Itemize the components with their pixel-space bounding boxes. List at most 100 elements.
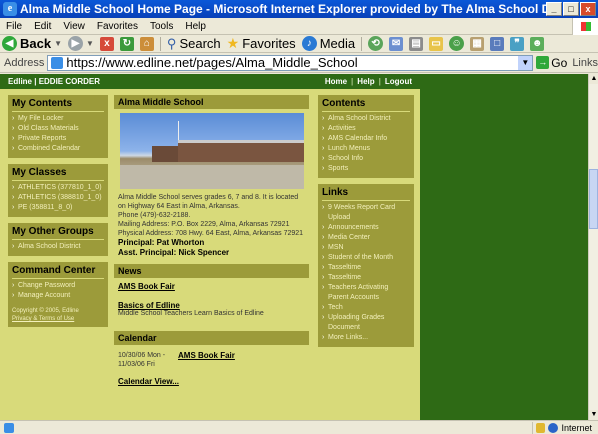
news-link[interactable]: AMS Book Fair [118, 282, 305, 291]
maximize-button[interactable]: □ [563, 2, 579, 16]
forward-dropdown-icon[interactable]: ▼ [86, 39, 94, 48]
group-item[interactable]: Alma School District [12, 242, 104, 252]
folder-button[interactable]: ▭ [427, 36, 445, 51]
link-divider: | [351, 77, 354, 86]
calendar-view-link[interactable]: Calendar View... [114, 369, 309, 386]
school-building [178, 140, 304, 162]
stop-icon: x [99, 36, 114, 51]
my-other-groups-box: My Other Groups Alma School District [8, 223, 108, 256]
logout-link[interactable]: Logout [385, 77, 412, 86]
history-icon: ⟲ [368, 36, 384, 51]
back-arrow-icon: ◀ [2, 36, 17, 51]
scroll-up-icon[interactable]: ▲ [589, 74, 598, 84]
school-phone: Phone (479)-632-2188. [118, 212, 191, 219]
contents-item[interactable]: Lunch Menus [322, 144, 410, 154]
more-links[interactable]: More Links... [322, 333, 410, 343]
manage-account-link[interactable]: Manage Account [12, 291, 104, 301]
refresh-button[interactable]: ↻ [118, 36, 136, 51]
messenger-button[interactable]: ☺ [447, 36, 466, 51]
edline-user[interactable]: Edline | EDDIE CORDER [8, 77, 100, 86]
go-button[interactable]: → Go [533, 56, 570, 70]
copyright: Copyright © 2005, Edline [12, 308, 79, 314]
class-item[interactable]: PE (358811_8_0) [12, 203, 104, 213]
news-title: News [114, 264, 309, 278]
media-button[interactable]: ♪ Media [300, 36, 357, 51]
toolbar: ◀ Back ▼ ▶ ▼ x ↻ ⌂ ⚲ Search ★ Favorites … [0, 35, 598, 53]
middle-column: Alma Middle School Alma Middle School se… [114, 95, 309, 386]
minimize-button[interactable]: _ [546, 2, 562, 16]
school-physical-address: Physical Address: 708 Hwy. 64 East, Alma… [118, 230, 304, 237]
links-item[interactable]: MSN [322, 243, 410, 253]
my-contents-item[interactable]: Private Reports [12, 134, 104, 144]
star-icon: ★ [226, 35, 240, 51]
links-item[interactable]: Student of the Month [322, 253, 410, 263]
contents-title: Contents [322, 97, 410, 112]
stop-button[interactable]: x [98, 36, 116, 51]
history-button[interactable]: ⟲ [366, 36, 385, 51]
change-password-link[interactable]: Change Password [12, 281, 104, 291]
print-button[interactable]: ▤ [407, 36, 425, 51]
chat-button[interactable]: ❞ [508, 36, 526, 51]
school-roof-trim [178, 140, 304, 143]
search-button[interactable]: ⚲ Search [165, 36, 223, 52]
contents-box: Contents Alma School District Activities… [318, 95, 414, 178]
top-links: Home | Help | Logout [325, 77, 412, 86]
address-input[interactable]: https://www.edline.net/pages/Alma_Middle… [47, 54, 534, 71]
back-dropdown-icon[interactable]: ▼ [54, 39, 62, 48]
print-icon: ▤ [409, 36, 424, 51]
people-button[interactable]: ☻ [528, 36, 546, 51]
contents-item[interactable]: AMS Calendar Info [322, 134, 410, 144]
class-item[interactable]: ATHLETICS (388810_1_0) [12, 193, 104, 203]
back-button[interactable]: ◀ Back ▼ [0, 36, 64, 51]
menu-favorites[interactable]: Favorites [91, 21, 144, 32]
my-contents-item[interactable]: Combined Calendar [12, 144, 104, 154]
my-contents-item[interactable]: Old Class Materials [12, 124, 104, 134]
links-item[interactable]: Uploading Grades Document [322, 313, 410, 333]
links-title: Links [322, 186, 410, 201]
menu-view[interactable]: View [57, 21, 91, 32]
favorites-button[interactable]: ★ Favorites [225, 35, 298, 52]
links-toolbar-label[interactable]: Links [570, 57, 598, 69]
research-icon: ▦ [470, 36, 485, 51]
links-item[interactable]: Media Center [322, 233, 410, 243]
forward-button[interactable]: ▶ ▼ [66, 36, 96, 51]
copyright-text: Copyright © 2005, Edline Privacy & Terms… [12, 307, 104, 323]
contents-item[interactable]: School Info [322, 154, 410, 164]
ie-icon: e [3, 2, 17, 16]
my-contents-title: My Contents [12, 97, 104, 112]
research-button[interactable]: ▦ [468, 36, 486, 51]
menu-file[interactable]: File [0, 21, 28, 32]
links-item[interactable]: Teachers Activating Parent Accounts [322, 283, 410, 303]
home-link[interactable]: Home [325, 77, 347, 86]
menu-help[interactable]: Help [179, 21, 212, 32]
links-item[interactable]: Tech [322, 303, 410, 313]
class-item[interactable]: ATHLETICS (377810_1_0) [12, 183, 104, 193]
menu-edit[interactable]: Edit [28, 21, 57, 32]
close-button[interactable]: x [580, 2, 596, 16]
contents-item[interactable]: Alma School District [322, 114, 410, 124]
links-item[interactable]: Announcements [322, 223, 410, 233]
links-item[interactable]: Tasseltime [322, 273, 410, 283]
messenger-icon: ☺ [449, 36, 465, 51]
windows-logo [572, 18, 598, 35]
window-button[interactable]: □ [488, 36, 506, 51]
page-icon [51, 56, 64, 69]
vertical-scrollbar[interactable]: ▲ ▼ [588, 74, 598, 420]
scroll-down-icon[interactable]: ▼ [589, 410, 598, 420]
menu-tools[interactable]: Tools [144, 21, 179, 32]
contents-item[interactable]: Activities [322, 124, 410, 134]
address-dropdown-icon[interactable]: ▼ [518, 55, 533, 70]
address-url[interactable]: https://www.edline.net/pages/Alma_Middle… [66, 55, 357, 70]
help-link[interactable]: Help [357, 77, 374, 86]
calendar-event-link[interactable]: AMS Book Fair [178, 351, 235, 369]
links-item[interactable]: Tasseltime [322, 263, 410, 273]
news-link[interactable]: Basics of Edline [118, 301, 305, 310]
scroll-thumb[interactable] [589, 169, 598, 229]
links-item[interactable]: 9 Weeks Report Card Upload [322, 203, 410, 223]
contents-item[interactable]: Sports [322, 164, 410, 174]
home-button[interactable]: ⌂ [138, 36, 156, 51]
my-contents-item[interactable]: My File Locker [12, 114, 104, 124]
privacy-link[interactable]: Privacy & Terms of Use [12, 315, 104, 323]
mail-button[interactable]: ✉ [387, 36, 405, 51]
window-title: Alma Middle School Home Page - Microsoft… [20, 2, 546, 16]
